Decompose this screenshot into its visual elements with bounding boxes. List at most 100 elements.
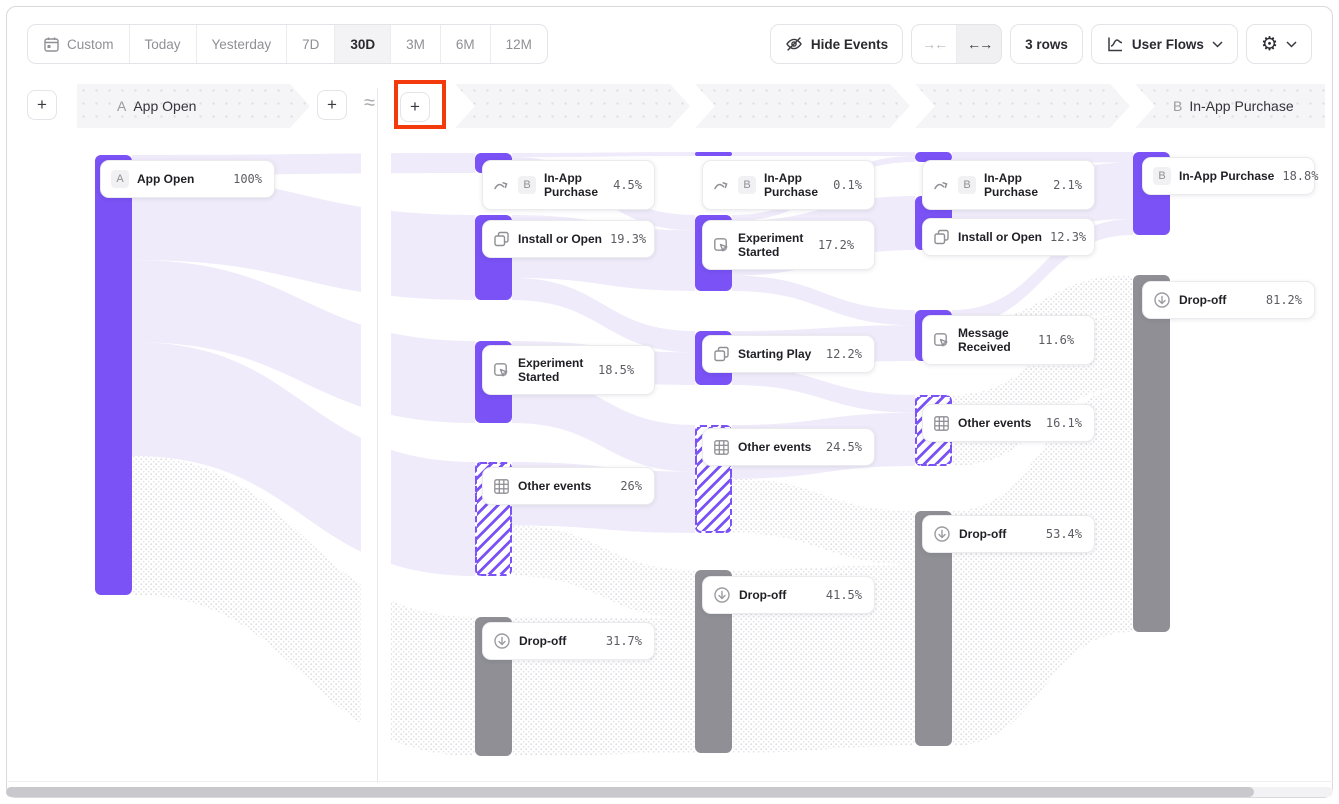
sankey-card-message-received[interactable]: Message Received11.6%: [922, 315, 1095, 365]
step-header-row: + A App Open + ≈ + B In-App Purchase: [0, 84, 1339, 128]
date-range-3m[interactable]: 3M: [391, 25, 441, 63]
node-label: In-App Purchase: [984, 171, 1045, 199]
sankey-bar-in-app-purchase[interactable]: [695, 152, 732, 156]
click-pointer-icon: [713, 237, 730, 254]
date-range-label: 12M: [506, 37, 532, 52]
settings-dropdown[interactable]: ⚙: [1246, 24, 1312, 64]
date-range-today[interactable]: Today: [130, 25, 197, 63]
sankey-card-in-app-purchase[interactable]: BIn-App Purchase18.8%: [1142, 157, 1315, 195]
date-range-label: 30D: [350, 37, 375, 52]
node-percentage: 17.2%: [818, 238, 854, 252]
node-percentage: 31.7%: [606, 634, 642, 648]
copy-squares-icon: [493, 231, 510, 248]
grid-icon: [493, 478, 510, 495]
sankey-card-install-or-open[interactable]: Install or Open12.3%: [922, 218, 1095, 256]
toolbar: Custom Today Yesterday7D 30D 3M 6M 12M Hide Ev…: [27, 24, 1312, 64]
sankey-card-other-events[interactable]: Other events 16.1%: [922, 404, 1095, 442]
node-percentage: 18.8%: [1282, 169, 1318, 183]
chart-bottom-border: [6, 781, 1333, 782]
sankey-card-in-app-purchase[interactable]: BIn-App Purchase2.1%: [922, 160, 1095, 210]
node-percentage: 53.4%: [1046, 527, 1082, 541]
step-b-badge: B: [1173, 98, 1182, 114]
node-label: Other events: [738, 440, 818, 454]
sankey-card-other-events[interactable]: Other events 26%: [482, 467, 655, 505]
node-label: In-App Purchase: [544, 171, 605, 199]
sankey-card-in-app-purchase[interactable]: BIn-App Purchase4.5%: [482, 160, 655, 210]
eye-off-icon: [785, 35, 803, 53]
sankey-bar-app-open[interactable]: [95, 155, 132, 595]
add-step-after-a-button[interactable]: +: [317, 90, 347, 120]
gear-icon: ⚙: [1261, 33, 1278, 55]
date-range-yesterday[interactable]: Yesterday: [197, 25, 288, 63]
sankey-bar-drop-off[interactable]: [1133, 275, 1170, 632]
toolbar-right: Hide Events →← ←→ 3 rows User Flows ⚙: [770, 24, 1312, 64]
rows-button[interactable]: 3 rows: [1010, 24, 1083, 64]
date-range-6m[interactable]: 6M: [441, 25, 491, 63]
sankey-card-in-app-purchase[interactable]: BIn-App Purchase0.1%: [702, 160, 875, 210]
node-label: Other events: [958, 416, 1038, 430]
sankey-card-drop-off[interactable]: Drop-off41.5%: [702, 576, 875, 614]
copy-squares-icon: [713, 346, 730, 363]
click-pointer-icon: [933, 332, 950, 349]
node-percentage: 2.1%: [1053, 178, 1082, 192]
node-percentage: 100%: [233, 172, 262, 186]
node-percentage: 19.3%: [610, 232, 646, 246]
horizontal-scrollbar-thumb[interactable]: [6, 787, 1254, 797]
step-a-label: App Open: [133, 98, 196, 114]
sankey-card-other-events[interactable]: Other events 24.5%: [702, 428, 875, 466]
sankey-card-starting-play[interactable]: Starting Play12.2%: [702, 335, 875, 373]
node-percentage: 16.1%: [1046, 416, 1082, 430]
step-band-b[interactable]: B In-App Purchase: [1135, 84, 1325, 128]
node-label: App Open: [137, 172, 225, 186]
drop-off-icon: [493, 632, 511, 650]
node-percentage: 26%: [620, 479, 642, 493]
drop-off-icon: [1153, 291, 1171, 309]
drop-off-icon: [933, 525, 951, 543]
step-band-a[interactable]: A App Open: [77, 84, 310, 128]
sankey-card-drop-off[interactable]: Drop-off31.7%: [482, 622, 655, 660]
calendar-icon: [43, 36, 60, 53]
hide-events-button[interactable]: Hide Events: [770, 24, 903, 64]
node-label: Other events: [518, 479, 612, 493]
node-label: Experiment Started: [518, 356, 590, 384]
date-range-label: 3M: [406, 37, 425, 52]
sankey-card-drop-off[interactable]: Drop-off81.2%: [1142, 281, 1315, 319]
trend-arrow-icon: [493, 177, 510, 194]
date-range-custom[interactable]: Custom: [28, 25, 130, 63]
copy-squares-icon: [933, 229, 950, 246]
view-selector-dropdown[interactable]: User Flows: [1091, 24, 1238, 64]
event-letter-badge: B: [518, 176, 536, 194]
node-label: Drop-off: [959, 527, 1038, 541]
date-range-30d[interactable]: 30D: [335, 25, 391, 63]
sankey-chart: AApp Open100%BIn-App Purchase4.5%Install…: [0, 128, 1339, 788]
add-step-highlighted-button[interactable]: +: [400, 92, 430, 122]
user-flows-report: Custom Today Yesterday7D 30D 3M 6M 12M Hide Ev…: [0, 0, 1339, 804]
step-a-badge: A: [117, 98, 126, 114]
sankey-card-experiment-started[interactable]: Experiment Started17.2%: [702, 220, 875, 270]
sankey-card-install-or-open[interactable]: Install or Open19.3%: [482, 220, 655, 258]
node-percentage: 12.2%: [826, 347, 862, 361]
chevron-down-icon: [1212, 41, 1223, 48]
date-range-7d[interactable]: 7D: [287, 25, 335, 63]
collapse-columns-button[interactable]: →←: [912, 25, 957, 63]
section-divider: [377, 88, 378, 783]
sankey-card-drop-off[interactable]: Drop-off 53.4%: [922, 515, 1095, 553]
trend-arrow-icon: [713, 177, 730, 194]
date-range-label: Today: [145, 37, 181, 52]
date-range-selector: Custom Today Yesterday7D 30D 3M 6M 12M: [27, 24, 548, 64]
node-label: Drop-off: [1179, 293, 1258, 307]
line-chart-icon: [1106, 35, 1124, 53]
sankey-card-app-open[interactable]: A App Open 100%: [100, 160, 275, 198]
event-letter-badge: A: [111, 170, 129, 188]
node-percentage: 24.5%: [826, 440, 862, 454]
chevron-down-icon: [1286, 41, 1297, 48]
date-range-12m[interactable]: 12M: [491, 25, 547, 63]
grid-icon: [933, 415, 950, 432]
sankey-card-experiment-started[interactable]: Experiment Started18.5%: [482, 345, 655, 395]
view-selector-label: User Flows: [1132, 37, 1204, 52]
expand-columns-button[interactable]: ←→: [957, 25, 1001, 63]
step-band-2[interactable]: [455, 84, 690, 128]
add-step-before-a-button[interactable]: +: [27, 90, 57, 120]
step-band-4[interactable]: [915, 84, 1130, 128]
step-band-3[interactable]: [695, 84, 910, 128]
